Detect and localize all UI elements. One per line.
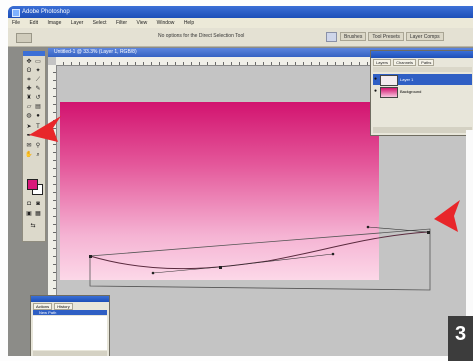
tutorial-arrows [29,116,460,232]
tutorial-figure: Adobe Photoshop File Edit Image Layer Se… [0,0,473,361]
step-number-badge: 3 [448,316,473,361]
arrow-pointer-path [434,200,460,232]
arrow-pointer-toolbox [29,116,61,142]
